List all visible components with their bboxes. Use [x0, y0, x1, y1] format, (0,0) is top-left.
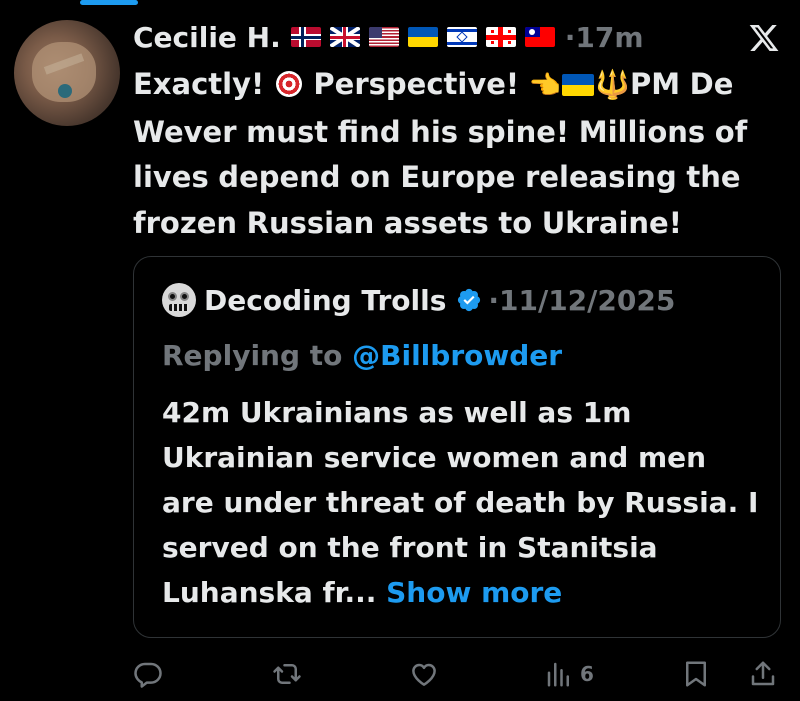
views-button[interactable]: 6 — [544, 656, 594, 692]
tweet-action-bar: 6 — [0, 650, 800, 698]
replying-to-label: Replying to — [162, 339, 353, 372]
reply-icon — [134, 662, 162, 688]
show-more-link[interactable]: Show more — [386, 576, 562, 609]
quoted-tweet-text: 42m Ukrainians as well as 1m Ukrainian s… — [162, 390, 762, 615]
backhand-pointing-left-icon: 👈 — [528, 71, 562, 101]
tweet-text-part1: Exactly! — [133, 67, 274, 101]
quoted-tweet-header: Decoding Trolls ·11/12/2025 — [162, 283, 675, 317]
like-button[interactable] — [409, 656, 439, 692]
bookmark-icon — [686, 661, 706, 687]
tweet-text-part2: Perspective! — [303, 67, 529, 101]
trident-icon: 🔱 — [595, 68, 630, 101]
tweet-text: Exactly! Perspective! 👈 🔱PM De Wever must… — [133, 62, 788, 246]
author-name[interactable]: Cecilie H. — [133, 21, 281, 54]
tweet-timestamp[interactable]: ·17m — [565, 21, 644, 54]
direct-hit-target-icon — [275, 71, 302, 97]
like-icon — [412, 663, 436, 686]
uk-flag-icon — [329, 27, 360, 47]
author-flags — [290, 27, 555, 47]
ukraine-flag-emoji-icon — [562, 74, 595, 96]
author-avatar[interactable] — [14, 20, 120, 126]
tweet-header: Cecilie H. ·17m — [133, 14, 644, 60]
share-button[interactable] — [748, 656, 778, 692]
views-count: 6 — [580, 662, 594, 686]
top-scroll-indicator — [80, 0, 138, 5]
repost-icon — [273, 664, 301, 684]
georgia-flag-icon — [485, 27, 516, 47]
norway-flag-icon — [290, 27, 321, 47]
repost-button[interactable] — [272, 656, 302, 692]
replying-to-line: Replying to @Billbrowder — [162, 339, 562, 372]
quoted-author-avatar[interactable] — [162, 283, 196, 317]
quoted-tweet-card[interactable]: Decoding Trolls ·11/12/2025 Replying to … — [133, 256, 781, 638]
reply-button[interactable] — [133, 656, 163, 692]
views-icon — [547, 662, 569, 687]
ukraine-flag-icon — [407, 27, 438, 47]
quoted-tweet-date[interactable]: ·11/12/2025 — [488, 284, 675, 317]
usa-flag-icon — [368, 27, 399, 47]
israel-flag-icon — [446, 27, 477, 47]
share-icon — [751, 661, 775, 686]
x-logo-icon[interactable] — [748, 22, 780, 54]
verified-badge-icon — [458, 288, 481, 312]
bookmark-button[interactable] — [681, 656, 711, 692]
quoted-author-name[interactable]: Decoding Trolls — [204, 284, 446, 317]
replying-to-handle-link[interactable]: @Billbrowder — [352, 339, 562, 372]
taiwan-flag-icon — [524, 27, 555, 47]
